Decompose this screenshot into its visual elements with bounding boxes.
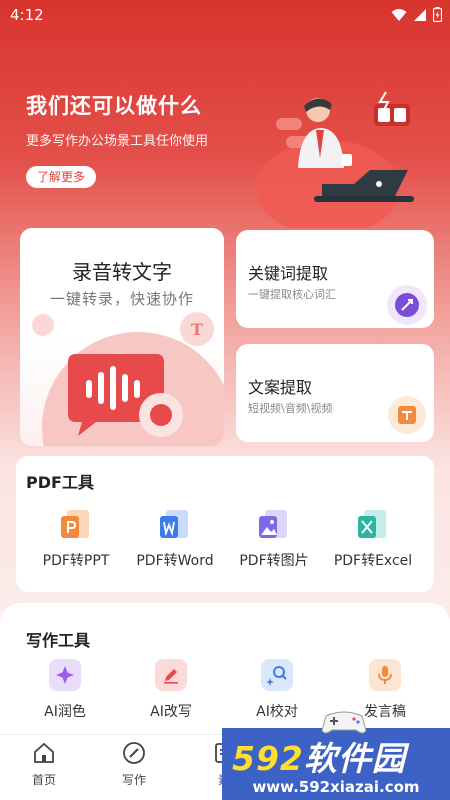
image-icon: [259, 510, 287, 538]
record-button-icon: [139, 393, 183, 437]
pdf-to-image-label: PDF转图片: [239, 553, 309, 569]
wifi-icon: [391, 8, 407, 21]
star-polish-icon: [49, 659, 81, 691]
pdf-to-ppt-tool[interactable]: PDF转PPT: [24, 508, 128, 570]
home-icon: [34, 742, 54, 763]
nav-home[interactable]: 首页: [14, 741, 74, 788]
status-time: 4:12: [10, 6, 44, 24]
watermark-logo-number: 592: [232, 739, 304, 778]
keyword-extract-icon: [387, 285, 427, 325]
ai-proofread-tool[interactable]: AI校对: [232, 659, 322, 721]
pdf-to-excel-tool[interactable]: PDF转Excel: [321, 508, 425, 570]
nav-write[interactable]: 写作: [104, 741, 164, 788]
status-bar: 4:12: [0, 0, 450, 32]
learn-more-button[interactable]: 了解更多: [26, 166, 97, 188]
speech-to-text-card[interactable]: 录音转文字 一键转录，快速协作 T: [20, 228, 224, 446]
nav-home-label: 首页: [31, 773, 56, 787]
excel-icon: [358, 510, 386, 538]
ai-polish-tool[interactable]: AI润色: [20, 659, 110, 721]
site-watermark: 592软件园 www.592xiazai.com: [222, 728, 450, 800]
writing-tools-title: 写作工具: [26, 631, 91, 650]
hero-subtitle: 更多写作办公场景工具任你使用: [26, 134, 209, 149]
pdf-to-word-label: PDF转Word: [136, 553, 214, 569]
ppt-icon: [61, 510, 89, 538]
copy-extract-subtitle: 短视频\音频\视频: [248, 402, 333, 415]
watermark-logo: 592软件园: [232, 732, 406, 780]
hero-banner: 我们还可以做什么 更多写作办公场景工具任你使用: [26, 90, 208, 149]
speech-to-text-subtitle: 一键转录，快速协作: [49, 290, 194, 308]
pdf-to-word-tool[interactable]: PDF转Word: [123, 508, 227, 570]
keyword-extract-card[interactable]: 关键词提取 一键提取核心词汇: [236, 230, 434, 328]
gamepad-icon: [321, 711, 367, 734]
pdf-to-image-tool[interactable]: PDF转图片: [222, 508, 326, 570]
battery-icon: [433, 7, 442, 22]
pencil-icon: [155, 659, 187, 691]
pdf-tools-title: PDF工具: [26, 473, 94, 492]
t-badge-icon: T: [180, 312, 214, 346]
copy-extract-card[interactable]: 文案提取 短视频\音频\视频: [236, 344, 434, 442]
search-check-icon: [261, 659, 293, 691]
watermark-logo-text: 软件园: [303, 739, 406, 778]
status-icons: [391, 7, 442, 22]
copy-extract-icon: [388, 396, 426, 434]
pdf-tools-panel: PDF工具 PDF转PPT PDF转Word PDF转图片 PDF转Excel: [16, 456, 434, 592]
microphone-icon: [369, 659, 401, 691]
word-icon: [160, 510, 188, 538]
pdf-to-excel-label: PDF转Excel: [333, 553, 413, 569]
decorative-dot: [32, 314, 54, 336]
copy-extract-title: 文案提取: [248, 378, 313, 397]
keyword-extract-subtitle: 一键提取核心词汇: [248, 288, 336, 301]
compass-icon: [123, 742, 145, 764]
ai-polish-label: AI润色: [44, 704, 86, 720]
speech-to-text-title: 录音转文字: [72, 260, 172, 284]
nav-write-label: 写作: [121, 773, 146, 787]
ai-rewrite-tool[interactable]: AI改写: [126, 659, 216, 721]
keyword-extract-title: 关键词提取: [248, 264, 329, 283]
ai-rewrite-label: AI改写: [150, 704, 192, 720]
pdf-to-ppt-label: PDF转PPT: [42, 553, 110, 569]
hero-title: 我们还可以做什么: [26, 94, 202, 118]
ai-proofread-label: AI校对: [256, 704, 298, 720]
hero-illustration: [258, 91, 414, 228]
signal-icon: [414, 8, 426, 21]
watermark-url: www.592xiazai.com: [252, 778, 420, 796]
